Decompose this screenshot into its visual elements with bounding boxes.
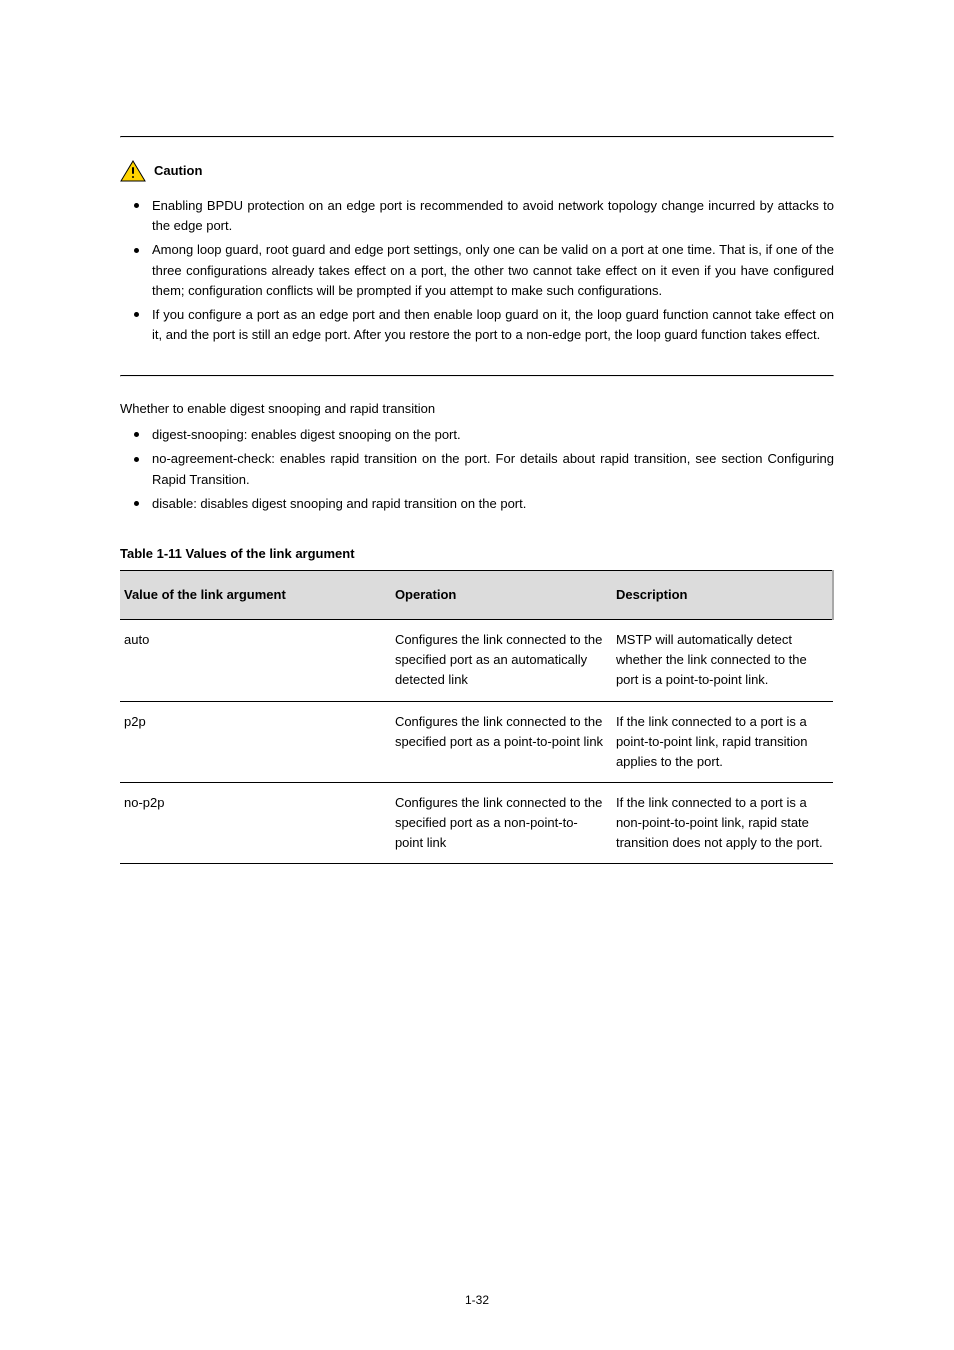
table-header-row: Value of the link argument Operation Des… xyxy=(120,570,833,619)
table-cell: If the link connected to a port is a non… xyxy=(612,782,833,863)
intro-paragraph: Whether to enable digest snooping and ra… xyxy=(120,399,834,419)
list-item: Among loop guard, root guard and edge po… xyxy=(124,240,834,300)
col-header: Operation xyxy=(391,570,612,619)
caution-bullet-list: Enabling BPDU protection on an edge port… xyxy=(120,196,834,375)
list-item-text: Among loop guard, root guard and edge po… xyxy=(152,242,834,297)
list-item: Enabling BPDU protection on an edge port… xyxy=(124,196,834,236)
list-item-text: no-agreement-check: enables rapid transi… xyxy=(152,451,834,486)
table-row: auto Configures the link connected to th… xyxy=(120,620,833,701)
table-cell: no-p2p xyxy=(120,782,391,863)
list-item-text: digest-snooping: enables digest snooping… xyxy=(152,427,461,442)
table-cell: If the link connected to a port is a poi… xyxy=(612,701,833,782)
table-cell: MSTP will automatically detect whether t… xyxy=(612,620,833,701)
table-cell: Configures the link connected to the spe… xyxy=(391,782,612,863)
col-header: Description xyxy=(612,570,833,619)
link-argument-table: Value of the link argument Operation Des… xyxy=(120,570,834,864)
caution-block: Caution xyxy=(120,138,834,192)
table-cell: Configures the link connected to the spe… xyxy=(391,701,612,782)
list-item-text: disable: disables digest snooping and ra… xyxy=(152,496,526,511)
list-item: digest-snooping: enables digest snooping… xyxy=(124,425,834,445)
table-cell: p2p xyxy=(120,701,391,782)
table-cell: Configures the link connected to the spe… xyxy=(391,620,612,701)
table-cell: auto xyxy=(120,620,391,701)
caution-label-text: Caution xyxy=(154,161,202,181)
table-row: p2p Configures the link connected to the… xyxy=(120,701,833,782)
page-number: 1-32 xyxy=(0,1291,954,1310)
caution-icon xyxy=(120,160,146,182)
list-item: no-agreement-check: enables rapid transi… xyxy=(124,449,834,489)
caution-heading: Caution xyxy=(120,160,202,182)
table-row: no-p2p Configures the link connected to … xyxy=(120,782,833,863)
table-caption: Table 1-11 Values of the link argument xyxy=(120,544,834,564)
list-item-text: If you configure a port as an edge port … xyxy=(152,307,834,342)
feature-bullet-list: digest-snooping: enables digest snooping… xyxy=(120,425,834,514)
list-item: disable: disables digest snooping and ra… xyxy=(124,494,834,514)
col-header: Value of the link argument xyxy=(120,570,391,619)
list-item: If you configure a port as an edge port … xyxy=(124,305,834,345)
list-item-text: Enabling BPDU protection on an edge port… xyxy=(152,198,834,233)
